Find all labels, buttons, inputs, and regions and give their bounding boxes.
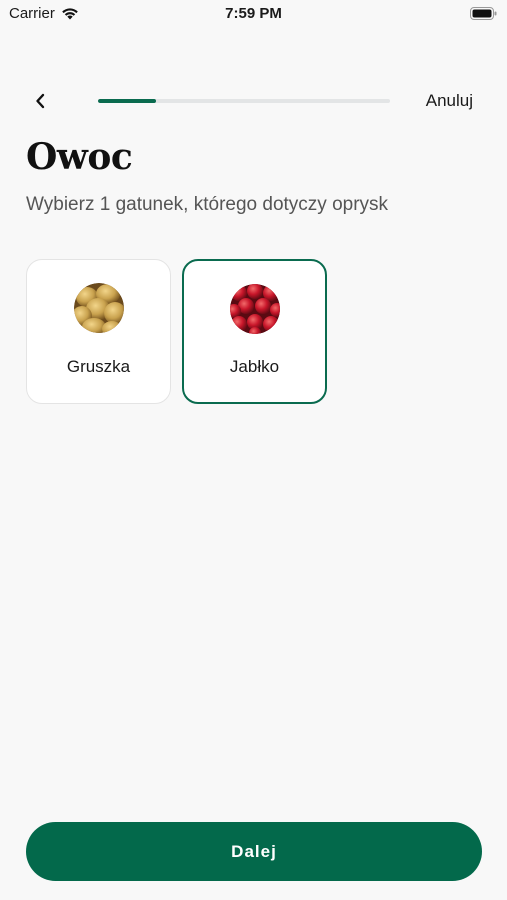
next-button[interactable]: Dalej — [26, 822, 482, 881]
page-title: Owoc — [26, 136, 133, 178]
progress-fill — [98, 99, 157, 103]
pear-image — [73, 283, 124, 333]
option-card-gruszka[interactable]: Gruszka — [26, 259, 171, 404]
option-label: Jabłko — [229, 357, 280, 376]
nav-row: Anuluj — [0, 86, 507, 116]
fruit-options: Gruszka Jabłko — [26, 259, 327, 404]
apple-image — [229, 284, 280, 334]
chevron-left-icon — [36, 93, 45, 109]
option-label: Gruszka — [66, 357, 131, 376]
back-button[interactable] — [28, 89, 52, 113]
battery-icon — [470, 7, 497, 20]
progress-bar — [98, 99, 390, 103]
cancel-button[interactable]: Anuluj — [426, 91, 473, 111]
status-bar: Carrier 7:59 PM — [0, 0, 507, 30]
status-time: 7:59 PM — [225, 5, 282, 22]
page-subtitle: Wybierz 1 gatunek, którego dotyczy oprys… — [26, 194, 389, 215]
option-card-jablko[interactable]: Jabłko — [182, 259, 327, 404]
